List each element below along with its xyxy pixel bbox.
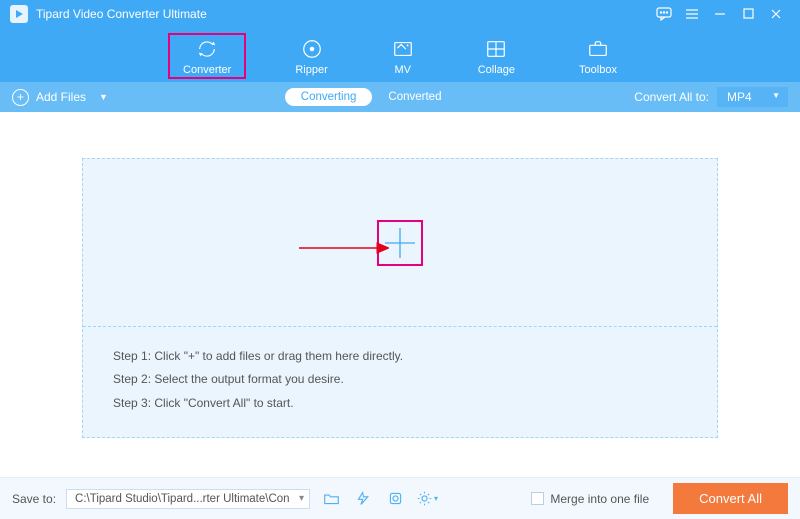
tab-toolbox[interactable]: Toolbox — [565, 34, 631, 78]
sub-toolbar: + Add Files ▼ Converting Converted Conve… — [0, 82, 800, 112]
tab-converting[interactable]: Converting — [285, 88, 373, 106]
dropzone[interactable]: Step 1: Click "+" to add files or drag t… — [82, 158, 718, 438]
instruction-steps: Step 1: Click "+" to add files or drag t… — [83, 327, 717, 433]
maximize-icon[interactable] — [734, 4, 762, 24]
convert-all-button[interactable]: Convert All — [673, 483, 788, 514]
convert-all-to-label: Convert All to: — [634, 90, 709, 104]
step-3: Step 3: Click "Convert All" to start. — [113, 392, 687, 415]
settings-icon[interactable]: ▾ — [416, 489, 438, 509]
merge-checkbox[interactable]: Merge into one file — [531, 492, 649, 506]
add-files-button[interactable]: + Add Files ▼ — [12, 89, 108, 106]
add-files-label: Add Files — [36, 90, 86, 104]
plus-circle-icon: + — [12, 89, 29, 106]
chevron-down-icon: ▼ — [99, 92, 108, 102]
merge-label: Merge into one file — [550, 492, 649, 506]
tab-converter-label: Converter — [183, 64, 231, 76]
feedback-icon[interactable] — [650, 4, 678, 24]
step-2: Step 2: Select the output format you des… — [113, 368, 687, 391]
tab-ripper[interactable]: Ripper — [281, 34, 341, 78]
save-path-input[interactable] — [66, 489, 310, 509]
speed-icon[interactable] — [352, 489, 374, 509]
tab-collage-label: Collage — [478, 64, 515, 76]
menu-icon[interactable] — [678, 4, 706, 24]
checkbox-box-icon — [531, 492, 544, 505]
close-icon[interactable] — [762, 4, 790, 24]
chevron-down-icon: ▾ — [434, 494, 438, 503]
step-1: Step 1: Click "+" to add files or drag t… — [113, 345, 687, 368]
output-format-select[interactable]: MP4 — [717, 87, 788, 107]
tab-ripper-label: Ripper — [295, 64, 327, 76]
annotation-arrow — [299, 241, 389, 260]
open-folder-icon[interactable] — [320, 489, 342, 509]
tab-mv[interactable]: MV — [378, 34, 428, 78]
main-content: Step 1: Click "+" to add files or drag t… — [0, 112, 800, 477]
minimize-icon[interactable] — [706, 4, 734, 24]
tab-converted[interactable]: Converted — [372, 88, 457, 106]
titlebar: Tipard Video Converter Ultimate — [0, 0, 800, 27]
gpu-icon[interactable] — [384, 489, 406, 509]
window-title: Tipard Video Converter Ultimate — [36, 7, 650, 21]
tab-toolbox-label: Toolbox — [579, 64, 617, 76]
save-to-label: Save to: — [12, 492, 56, 506]
tab-converter[interactable]: Converter — [169, 34, 245, 78]
dropzone-upper — [83, 159, 717, 326]
tab-collage[interactable]: Collage — [464, 34, 529, 78]
main-nav: Converter Ripper MV Collage Toolbox — [0, 27, 800, 82]
convert-all-to-group: Convert All to: MP4 — [634, 87, 788, 107]
footer-bar: Save to: ▾ Merge into one file Convert A… — [0, 477, 800, 519]
status-tabs: Converting Converted — [285, 88, 458, 106]
app-logo-icon — [10, 5, 28, 23]
tab-mv-label: MV — [394, 64, 411, 76]
